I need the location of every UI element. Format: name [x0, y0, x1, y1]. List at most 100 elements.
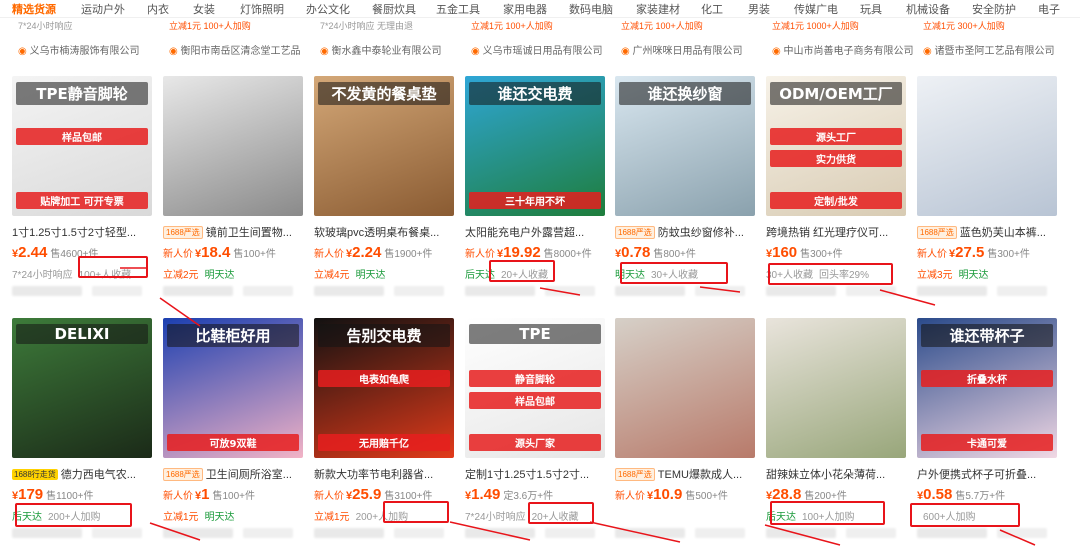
nav-item[interactable]: 五金工具 [436, 1, 480, 17]
product-price: 2.44 [18, 244, 48, 261]
product-tag-badge: 1688严选 [615, 226, 655, 239]
nav-item[interactable]: 安全防护 [972, 1, 1016, 17]
product-card[interactable]: 1688严选 镜前卫生间置物... 新人价 ¥18.4 售100+件 立减2元 明天达 [163, 76, 305, 298]
product-image[interactable] [917, 76, 1057, 216]
product-image[interactable] [615, 318, 755, 458]
product-title[interactable]: 户外便携式杯子可折叠... [917, 466, 1059, 482]
blurred-shop-name [12, 528, 82, 538]
image-overlay-text: 告别交电费 [318, 324, 450, 347]
product-price: 27.5 [955, 244, 985, 261]
product-image[interactable]: TPE 静音脚轮 样品包邮 源头厂家 [465, 318, 605, 458]
product-card[interactable]: 不发黄的餐桌垫 软玻璃pvc透明桌布餐桌... 新人价 ¥2.24 售1900+件 立减4… [314, 76, 456, 298]
product-image[interactable]: TPE静音脚轮 样品包邮 贴牌加工 可开专票 [12, 76, 152, 216]
nav-item[interactable]: 办公文化 [306, 1, 350, 17]
nav-item[interactable]: 内衣 [147, 1, 169, 17]
nav-item[interactable]: 数码电脑 [569, 1, 613, 17]
product-price: 10.9 [653, 486, 683, 503]
shop-name-text: 衡水鑫中泰轮业有限公司 [331, 46, 442, 57]
nav-item[interactable]: 家装建材 [636, 1, 680, 17]
product-title[interactable]: 1688严选 防蚊虫纱窗修补... [615, 224, 757, 240]
product-title[interactable]: 甜辣妹立体小花朵薄荷... [766, 466, 908, 482]
product-title[interactable]: 1688严选 卫生间厕所浴室... [163, 466, 305, 482]
product-title[interactable]: 软玻璃pvc透明桌布餐桌... [314, 224, 456, 240]
product-image[interactable]: DELIXI [12, 318, 152, 458]
product-title[interactable]: 跨境热销 红光理疗仪可... [766, 224, 908, 240]
price-line: ¥1.49 定3.6万+件 [465, 486, 615, 503]
nav-item[interactable]: 化工 [701, 1, 723, 17]
product-title-text: 太阳能充电户外露营超... [465, 227, 585, 239]
nav-item[interactable]: 玩具 [860, 1, 882, 17]
shop-badge-icon: ◉ [471, 46, 483, 57]
product-image[interactable]: 谁还带杯子 折叠水杯 卡通可爱 [917, 318, 1057, 458]
service-tag: 立减4元 [314, 270, 350, 281]
prev-shop-name[interactable]: ◉ 衡阳市南岳区清念堂工艺品 [169, 42, 301, 57]
nav-item[interactable]: 传媒广电 [794, 1, 838, 17]
product-title[interactable]: 1688严选 蓝色奶芙山本裤... [917, 224, 1059, 240]
price-line: 新人价 ¥18.4 售100+件 [163, 244, 313, 261]
nav-item-selected[interactable]: 精选货源 [12, 1, 56, 17]
product-title[interactable]: 1688严选 TEMU爆款成人... [615, 466, 757, 482]
product-price: 19.92 [503, 244, 541, 261]
nav-item[interactable]: 灯饰照明 [240, 1, 284, 17]
prev-shop-name[interactable]: ◉ 义乌市瑶诚日用品有限公司 [471, 42, 603, 57]
product-title-text: TEMU爆款成人... [657, 469, 743, 481]
blurred-shop-name [695, 286, 745, 296]
previous-row-partial: 7*24小时响应 ◉ 义乌市楠涛服饰有限公司 立减1元 100+人加购 ◉ 衡阳市南岳… [0, 18, 1080, 60]
service-line: 立减1元 明天达 [163, 508, 313, 523]
product-card[interactable]: 1688严选 TEMU爆款成人... 新人价 ¥10.9 售500+件 [615, 318, 757, 540]
product-image[interactable]: 不发黄的餐桌垫 [314, 76, 454, 216]
product-price: 0.58 [923, 486, 953, 503]
sold-count: 售1100+件 [46, 491, 94, 502]
product-title[interactable]: 1688严选 镜前卫生间置物... [163, 224, 305, 240]
product-image[interactable]: ODM/OEM工厂 源头工厂 实力供货 定制/批发 [766, 76, 906, 216]
annotation-highlight-box [78, 256, 148, 278]
product-image[interactable]: 谁还换纱窗 [615, 76, 755, 216]
product-tag-badge: 1688严选 [163, 468, 203, 481]
annotation-highlight-box [383, 501, 449, 523]
product-image[interactable] [766, 318, 906, 458]
image-overlay-text: 源头工厂 [770, 128, 902, 145]
nav-item[interactable]: 家用电器 [503, 1, 547, 17]
blurred-shop-name [314, 286, 384, 296]
product-title[interactable]: 1寸1.25寸1.5寸2寸轻型... [12, 224, 154, 240]
prev-shop-name[interactable]: ◉ 衡水鑫中泰轮业有限公司 [320, 42, 442, 57]
prev-shop-name[interactable]: ◉ 诸暨市圣阿工艺品有限公司 [923, 42, 1055, 57]
image-overlay-text: 样品包邮 [469, 392, 601, 409]
product-price: 1 [201, 486, 210, 503]
price-line: 新人价 ¥2.24 售1900+件 [314, 244, 464, 261]
product-image[interactable] [163, 76, 303, 216]
product-image[interactable]: 比鞋柜好用 可放9双鞋 [163, 318, 303, 458]
annotation-highlight-box [910, 503, 1020, 527]
prev-shop-name[interactable]: ◉ 广州咪咪日用品有限公司 [621, 42, 743, 57]
prev-shop-name[interactable]: ◉ 中山市尚善电子商务有限公司 [772, 42, 914, 57]
image-overlay-text: DELIXI [16, 324, 148, 344]
nav-item[interactable]: 男装 [748, 1, 770, 17]
nav-item[interactable]: 餐厨炊具 [372, 1, 416, 17]
newcomer-price-label: 新人价 [314, 249, 344, 260]
product-card[interactable]: 1688严选 蓝色奶芙山本裤... 新人价 ¥27.5 售300+件 立减3元 明天达 [917, 76, 1059, 298]
prev-shop-name[interactable]: ◉ 义乌市楠涛服饰有限公司 [18, 42, 140, 57]
price-line: 新人价 ¥19.92 售8000+件 [465, 244, 615, 261]
nav-item[interactable]: 运动户外 [81, 1, 125, 17]
product-card[interactable]: 比鞋柜好用 可放9双鞋 1688严选 卫生间厕所浴室... 新人价 ¥1 售100+件 立减1… [163, 318, 305, 540]
price-line: ¥0.78 售800+件 [615, 244, 765, 261]
shop-name-text: 义乌市瑶诚日用品有限公司 [482, 46, 603, 57]
product-title[interactable]: 太阳能充电户外露营超... [465, 224, 607, 240]
nav-item[interactable]: 机械设备 [906, 1, 950, 17]
image-overlay-text: 三十年用不坏 [469, 192, 601, 209]
product-title[interactable]: 定制1寸1.25寸1.5寸2寸... [465, 466, 607, 482]
image-overlay-text: TPE静音脚轮 [16, 82, 148, 105]
nav-item[interactable]: 电子 [1038, 1, 1060, 17]
product-title[interactable]: 1688行走货 德力西电气农... [12, 466, 154, 482]
sold-count: 售8000+件 [543, 249, 592, 260]
newcomer-price-label: 新人价 [615, 491, 645, 502]
product-title[interactable]: 新款大功率节电利器省... [314, 466, 456, 482]
product-image[interactable]: 告别交电费 电表如龟爬 无用赔千亿 [314, 318, 454, 458]
image-overlay-text: ODM/OEM工厂 [770, 82, 902, 105]
product-tag-badge: 1688严选 [917, 226, 957, 239]
blurred-shop-name [394, 286, 444, 296]
product-image[interactable]: 谁还交电费 三十年用不坏 [465, 76, 605, 216]
price-line: 新人价 ¥1 售100+件 [163, 486, 313, 503]
nav-item[interactable]: 女装 [193, 1, 215, 17]
shop-badge-icon: ◉ [772, 46, 784, 57]
